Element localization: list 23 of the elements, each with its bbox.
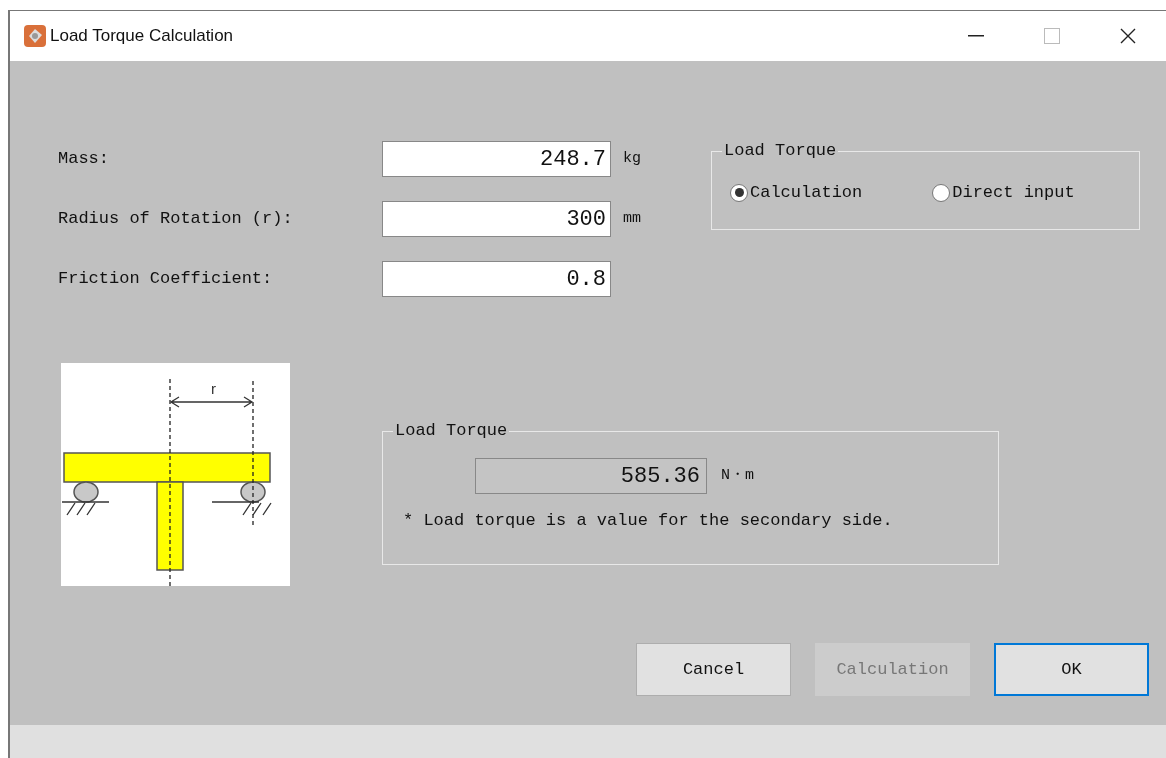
- note-text: * Load torque is a value for the secondary side.: [402, 510, 894, 532]
- close-icon: [1120, 28, 1136, 44]
- dimension-label: r: [211, 380, 216, 397]
- dialog-button[interactable]: Cancel: [636, 643, 791, 696]
- app-icon: [24, 25, 46, 47]
- input-field[interactable]: 248.7: [382, 141, 611, 177]
- window-title: Load Torque Calculation: [50, 25, 234, 48]
- unit-label: kg: [623, 148, 641, 169]
- minimize-icon: [968, 35, 984, 37]
- radio-label: Calculation: [750, 182, 863, 204]
- unit-label: mm: [623, 208, 641, 229]
- result-field[interactable]: 585.36: [475, 458, 707, 494]
- radio-button[interactable]: [730, 183, 748, 202]
- dialog-button[interactable]: OK: [994, 643, 1149, 696]
- input-field[interactable]: 0.8: [382, 261, 611, 297]
- field-label: Radius of Rotation (r):: [58, 208, 294, 231]
- radio-button[interactable]: [932, 183, 951, 202]
- radio-label: Direct input: [952, 182, 1075, 204]
- input-field[interactable]: 300: [382, 201, 611, 237]
- maximize-icon: [1044, 28, 1060, 44]
- field-label: Friction Coefficient:: [58, 268, 274, 291]
- field-label: Mass:: [58, 148, 110, 171]
- unit-label: N・m: [721, 465, 754, 486]
